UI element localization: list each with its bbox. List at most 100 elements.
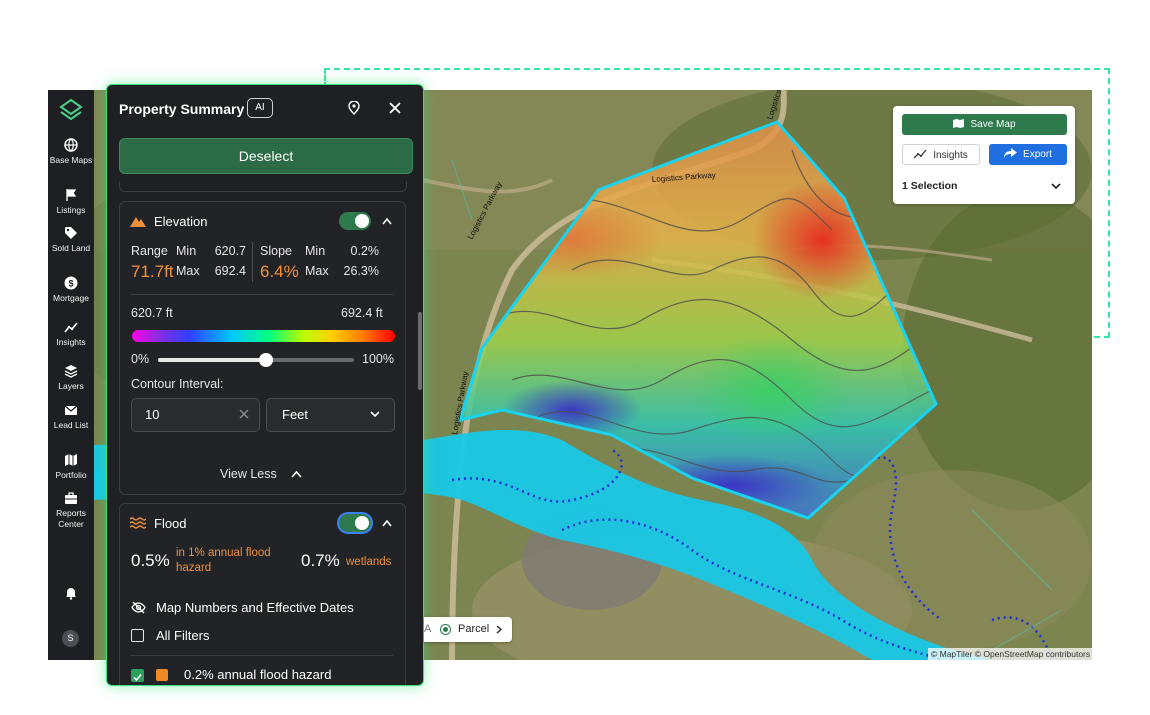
chevron-up-icon[interactable] [382, 519, 392, 527]
slope-max-value: 26.3% [343, 264, 379, 278]
rail-label: Listings [56, 205, 86, 215]
flood-filter-label: 0.2% annual flood hazard [184, 667, 332, 682]
flood-hazard-note: in 1% annual flood hazard [176, 547, 271, 574]
flood-hazard-pct: 0.5% [131, 551, 170, 570]
view-less-button[interactable]: View Less [220, 467, 277, 481]
rail-item-insights[interactable]: Insights [48, 320, 94, 348]
slope-value: 6.4% [260, 262, 299, 281]
chevron-up-icon[interactable] [291, 470, 302, 478]
range-label: Range [131, 244, 168, 258]
slope-min-label: Min [305, 244, 326, 258]
insights-label: Insights [933, 150, 968, 161]
parcel-radio[interactable] [440, 624, 451, 635]
map-icon [65, 454, 77, 466]
selection-count[interactable]: 1 Selection [902, 180, 957, 192]
mountain-icon [130, 217, 146, 227]
elevation-toggle[interactable] [339, 212, 371, 230]
rail-item-lead-list[interactable]: Lead List [48, 403, 94, 431]
ai-badge[interactable]: AI [247, 98, 273, 118]
map-attribution[interactable]: © MapTiler © OpenStreetMap contributors [928, 648, 1094, 660]
flood-filter-checkbox[interactable] [131, 669, 144, 682]
flood-toggle[interactable] [339, 514, 371, 532]
rail-label: Lead List [53, 420, 89, 430]
all-filters-checkbox[interactable] [131, 629, 144, 642]
range-min-label: Min [176, 244, 197, 258]
dollar-icon: $ [64, 276, 78, 290]
save-map-button[interactable]: Save Map [902, 114, 1067, 135]
flood-card: Flood 0.5% in 1% annual flood hazard 0.7… [119, 503, 406, 685]
rail-label: Portfolio [55, 470, 87, 480]
export-button[interactable]: Export [989, 144, 1067, 165]
stats-divider [252, 242, 253, 282]
rail-item-mortgage[interactable]: $ Mortgage [48, 276, 94, 304]
rail-item-portfolio[interactable]: Portfolio [48, 453, 94, 481]
rail-item-reports-center[interactable]: Reports Center [48, 491, 94, 530]
rail-item-sold-land[interactable]: Sold Land [48, 226, 94, 254]
rail-item-base-maps[interactable]: Base Maps [48, 138, 94, 166]
contour-interval-input[interactable]: 10 [131, 398, 260, 432]
rail-item-listings[interactable]: Listings [48, 188, 94, 216]
tag-icon [65, 227, 77, 239]
unit-select-value: Feet [282, 407, 309, 422]
mail-icon [64, 405, 78, 415]
layers-icon [64, 365, 78, 378]
rail-item-layers[interactable]: Layers [48, 364, 94, 392]
section-divider [130, 655, 393, 656]
location-pin-icon[interactable] [348, 101, 360, 115]
flag-icon [66, 189, 77, 201]
insights-button[interactable]: Insights [902, 144, 980, 165]
chevron-down-icon[interactable] [1051, 183, 1061, 190]
section-divider [130, 294, 393, 295]
slope-min-value: 0.2% [350, 244, 380, 258]
contour-interval-value: 10 [145, 407, 160, 422]
opacity-max-label: 100% [362, 352, 394, 366]
nav-rail: Base Maps Listings Sold Land $ Mortgage … [48, 90, 94, 660]
map-tools-widget: Save Map Insights Export 1 Selection [893, 106, 1075, 204]
chevron-down-icon [370, 411, 380, 418]
briefcase-icon [65, 492, 77, 504]
check-icon [133, 673, 142, 682]
legend-swatch [156, 669, 168, 681]
all-filters-label: All Filters [156, 628, 210, 643]
bell-icon[interactable] [64, 586, 78, 600]
eye-off-icon[interactable] [131, 601, 146, 614]
parcel-chip[interactable]: A Parcel [424, 617, 512, 642]
parcel-label: Parcel [458, 623, 490, 635]
range-min-value: 620.7 [214, 244, 246, 258]
range-value: 71.7ft [131, 262, 174, 281]
rail-label: Mortgage [53, 293, 89, 303]
app-logo-icon[interactable] [59, 98, 83, 122]
slope-label: Slope [260, 244, 292, 258]
panel-scrollbar[interactable] [418, 312, 422, 390]
wetlands-pct: 0.7% [301, 551, 340, 570]
rail-label: Reports Center [56, 508, 86, 529]
range-max-label: Max [176, 264, 200, 278]
elevation-card: Elevation Range 71.7ft Min Max 620.7 692… [119, 201, 406, 495]
insights-icon [914, 149, 927, 159]
rail-label: Insights [56, 337, 86, 347]
previous-card-edge [119, 181, 407, 192]
slope-max-label: Max [305, 264, 329, 278]
opacity-slider-fill [158, 358, 266, 362]
close-icon[interactable] [389, 102, 401, 114]
waves-icon [130, 517, 146, 529]
opacity-slider-handle[interactable] [258, 353, 273, 367]
scale-min-label: 620.7 ft [131, 306, 173, 320]
flood-title: Flood [154, 516, 187, 531]
property-summary-panel: Property Summary AI Deselect Elevation R… [106, 84, 424, 686]
range-max-value: 692.4 [214, 264, 246, 278]
map-numbers-label[interactable]: Map Numbers and Effective Dates [156, 600, 354, 615]
avatar[interactable]: S [62, 630, 79, 647]
share-arrow-icon [1004, 148, 1018, 158]
rail-label: Base Maps [49, 155, 93, 165]
svg-text:$: $ [68, 279, 73, 289]
opacity-min-label: 0% [131, 352, 150, 366]
panel-title: Property Summary [119, 101, 245, 117]
clear-icon[interactable] [239, 409, 249, 419]
deselect-button[interactable]: Deselect [119, 138, 413, 174]
chevron-right-icon[interactable] [496, 625, 502, 634]
insights-icon [64, 322, 78, 333]
rail-label: Sold Land [51, 243, 91, 253]
chevron-up-icon[interactable] [382, 217, 392, 225]
unit-select[interactable]: Feet [266, 398, 395, 432]
